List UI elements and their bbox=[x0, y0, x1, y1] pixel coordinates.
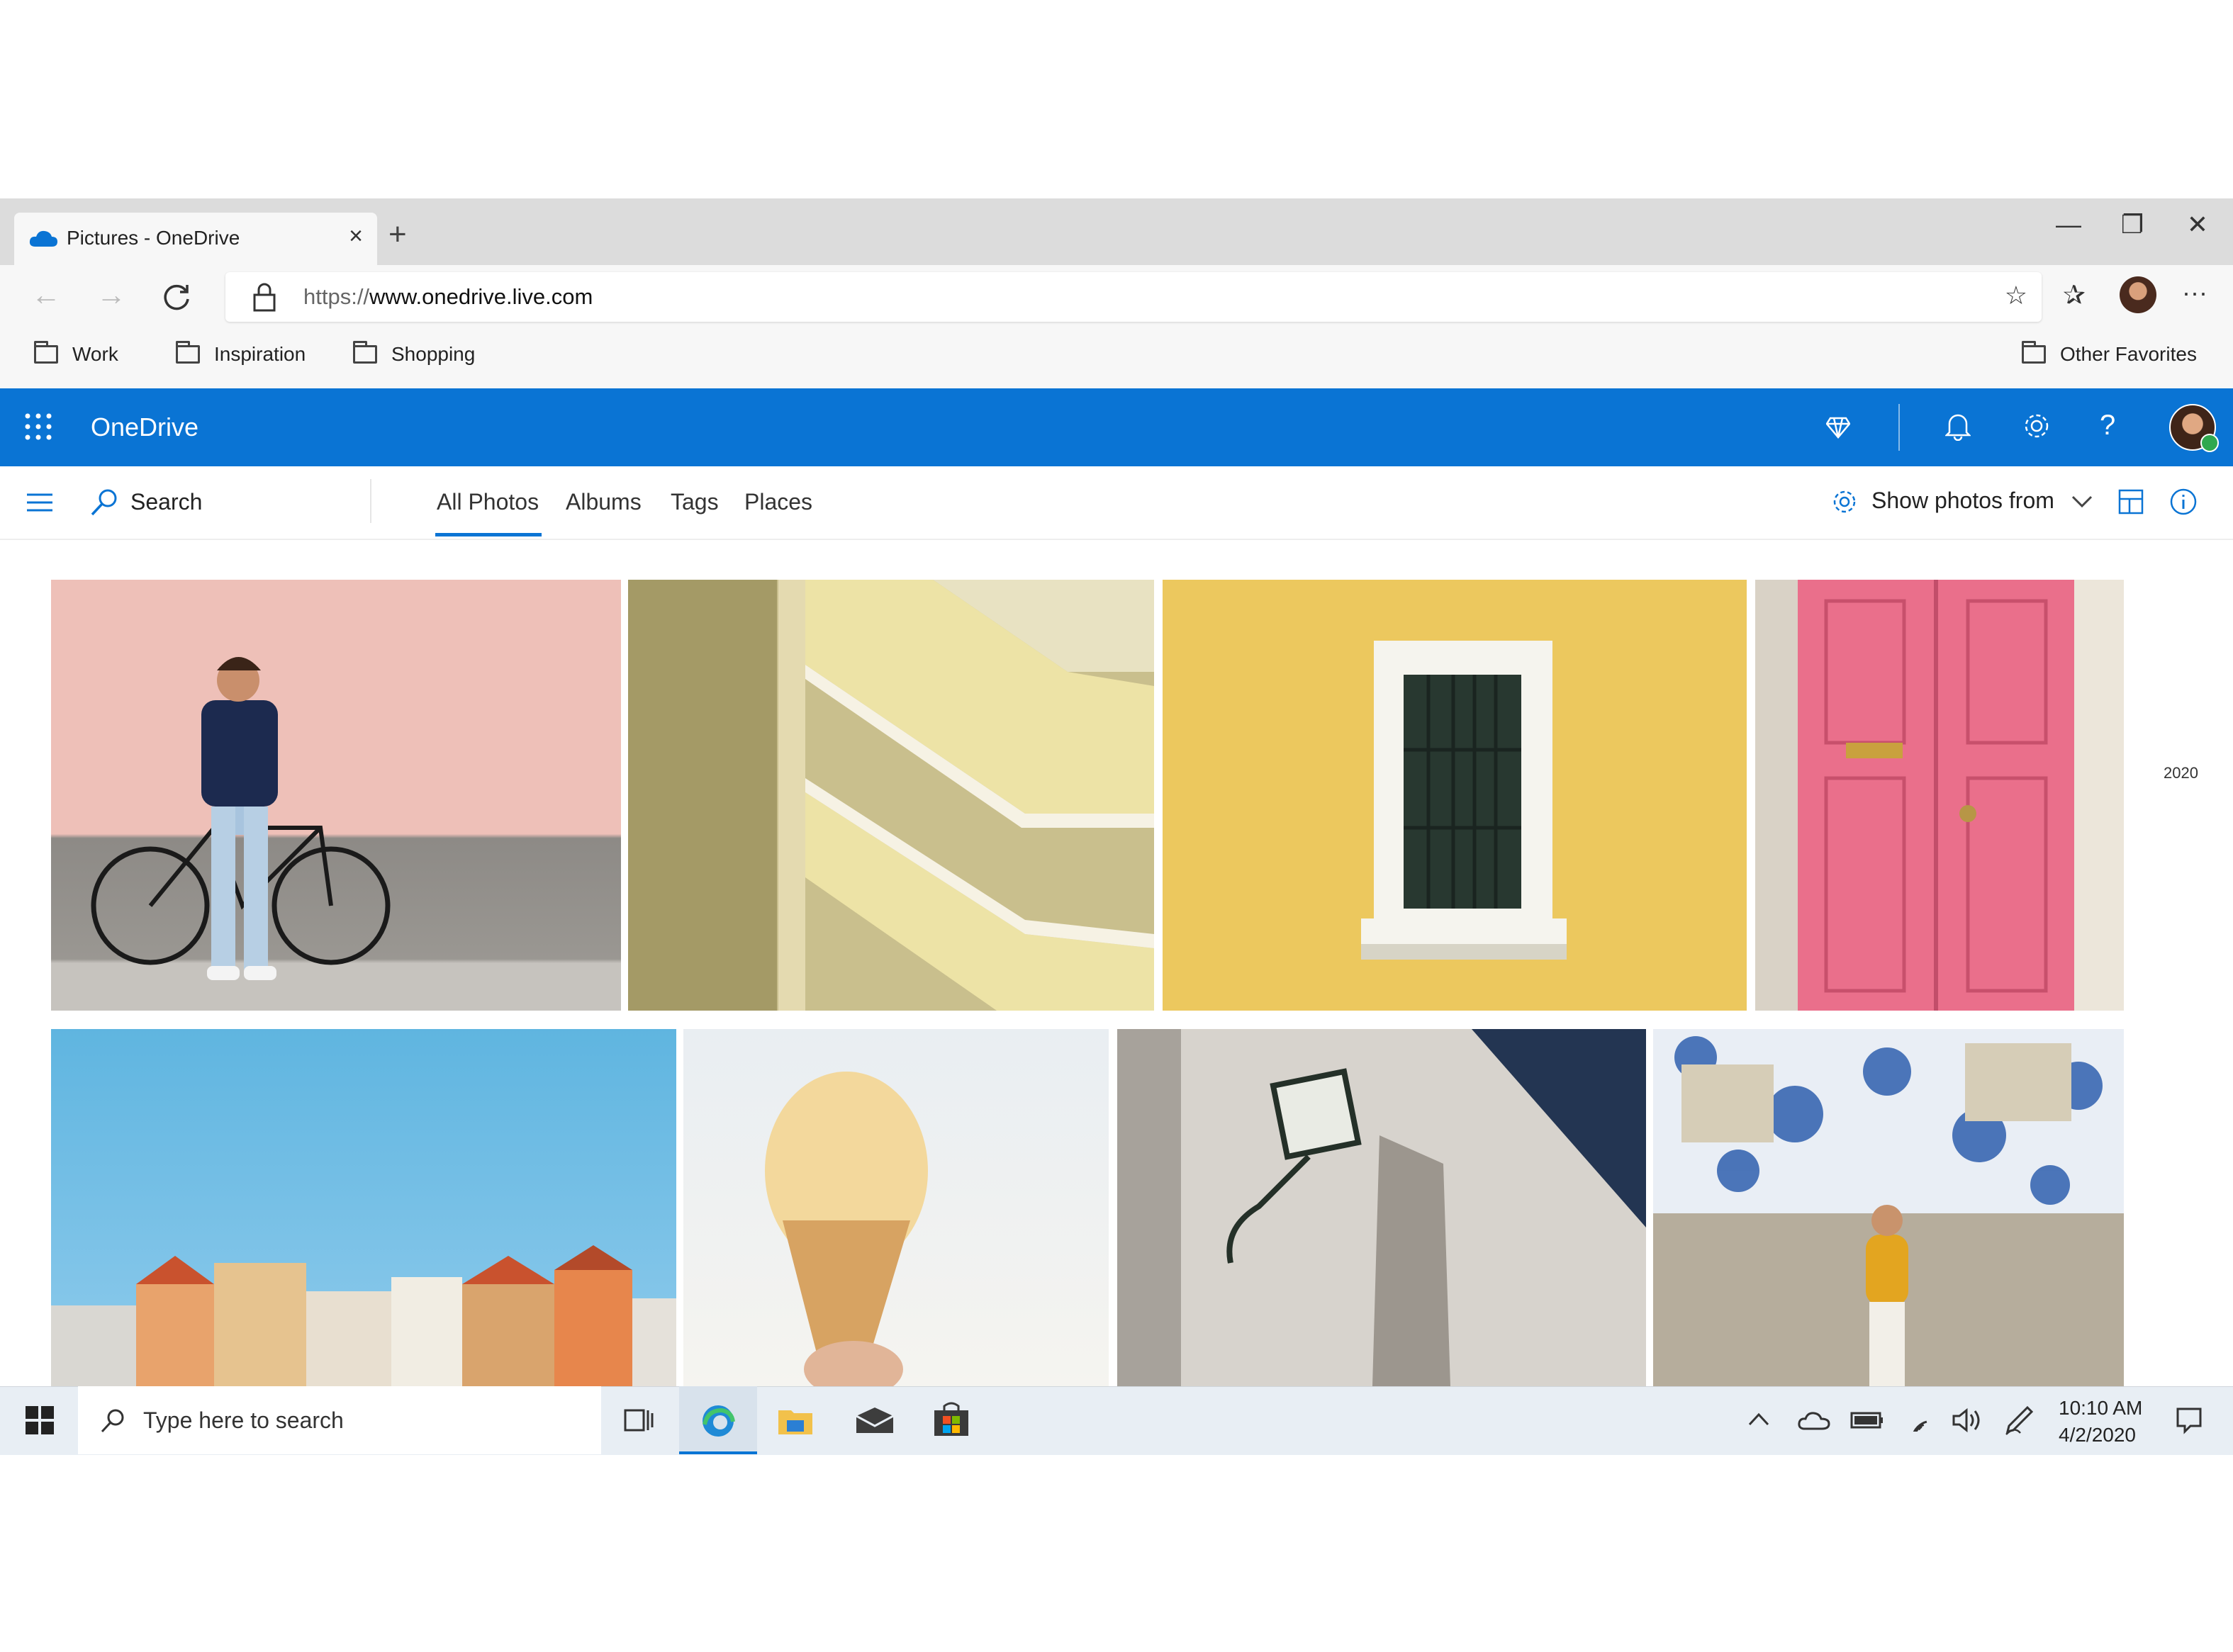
edge-taskbar-button[interactable] bbox=[679, 1386, 757, 1454]
tab-albums[interactable]: Albums bbox=[566, 489, 642, 515]
onedrive-header: OneDrive ? bbox=[0, 388, 2233, 466]
photo-colorful-houses[interactable] bbox=[51, 1029, 676, 1386]
tab-tags[interactable]: Tags bbox=[671, 489, 719, 515]
filter-gear-icon[interactable] bbox=[1830, 488, 1859, 516]
back-arrow-icon[interactable]: ← bbox=[31, 278, 61, 312]
tab-title: Pictures - OneDrive bbox=[67, 227, 240, 249]
other-favorites[interactable]: Other Favorites bbox=[2022, 341, 2197, 366]
browser-tab[interactable]: Pictures - OneDrive × bbox=[14, 213, 377, 265]
tab-all-photos[interactable]: All Photos bbox=[437, 489, 539, 515]
command-divider bbox=[370, 479, 371, 523]
show-photos-from-dropdown[interactable]: Show photos from bbox=[1871, 488, 2054, 514]
bicycle-illustration bbox=[91, 657, 391, 980]
add-favorite-icon[interactable]: ☆ bbox=[2005, 281, 2027, 310]
azulejo-illustration bbox=[1653, 1029, 2124, 1386]
onedrive-cloud-icon bbox=[29, 230, 57, 247]
windows-start-icon[interactable] bbox=[24, 1405, 55, 1436]
tab-places[interactable]: Places bbox=[744, 489, 812, 515]
favorite-label: Work bbox=[72, 343, 118, 365]
wifi-icon[interactable] bbox=[1907, 1407, 1932, 1432]
edge-browser-icon bbox=[703, 1405, 735, 1437]
folder-icon bbox=[34, 341, 58, 364]
taskbar-clock[interactable]: 10:10 AM 4/2/2020 bbox=[2059, 1395, 2142, 1449]
clock-date: 4/2/2020 bbox=[2059, 1424, 2136, 1446]
photo-pink-door[interactable] bbox=[1755, 580, 2124, 1011]
active-app-indicator bbox=[679, 1451, 757, 1454]
onedrive-brand[interactable]: OneDrive bbox=[91, 412, 198, 442]
restore-button[interactable]: ❐ bbox=[2111, 210, 2154, 240]
notifications-bell-icon[interactable] bbox=[1945, 411, 1971, 441]
battery-icon[interactable] bbox=[1850, 1412, 1884, 1429]
close-tab-button[interactable]: × bbox=[349, 223, 363, 250]
door-illustration bbox=[1755, 580, 2124, 1011]
folder-icon bbox=[2022, 341, 2046, 364]
window-close-button[interactable]: ✕ bbox=[2176, 210, 2219, 240]
window-illustration bbox=[1361, 641, 1567, 960]
premium-diamond-icon[interactable] bbox=[1826, 415, 1850, 439]
refresh-icon[interactable] bbox=[160, 281, 193, 313]
favorite-label: Other Favorites bbox=[2060, 343, 2197, 365]
layout-view-icon[interactable] bbox=[2118, 489, 2144, 515]
presence-badge bbox=[2200, 434, 2219, 452]
app-launcher-icon[interactable] bbox=[24, 412, 52, 441]
volume-icon[interactable] bbox=[1951, 1407, 1982, 1433]
help-icon[interactable]: ? bbox=[2100, 410, 2115, 442]
chevron-up-icon[interactable] bbox=[1748, 1412, 1769, 1427]
photo-azulejo-wall-woman[interactable] bbox=[1653, 1029, 2124, 1386]
houses-illustration bbox=[51, 1245, 676, 1386]
microsoft-store-icon[interactable] bbox=[933, 1402, 970, 1437]
url-text[interactable]: https://www.onedrive.live.com bbox=[303, 284, 593, 310]
folder-icon bbox=[353, 341, 377, 364]
taskbar-search-box[interactable]: Type here to search bbox=[78, 1386, 601, 1454]
forward-arrow-icon[interactable]: → bbox=[96, 278, 126, 312]
action-center-icon[interactable] bbox=[2175, 1406, 2203, 1434]
search-icon bbox=[101, 1409, 124, 1433]
photo-yellow-wall-window[interactable] bbox=[1163, 580, 1747, 1011]
photo-ice-cream-cone[interactable] bbox=[683, 1029, 1109, 1386]
header-divider bbox=[1898, 404, 1900, 451]
task-view-icon[interactable] bbox=[624, 1406, 655, 1434]
favorites-icon[interactable]: ✰ bbox=[2063, 279, 2086, 311]
lantern-illustration bbox=[1117, 1029, 1646, 1386]
mail-icon[interactable] bbox=[855, 1406, 895, 1434]
folder-icon bbox=[176, 341, 200, 364]
staircase-illustration bbox=[628, 580, 1154, 1011]
favorite-inspiration[interactable]: Inspiration bbox=[176, 341, 306, 366]
more-icon[interactable]: ··· bbox=[2182, 278, 2207, 308]
browser-profile-avatar[interactable] bbox=[2120, 276, 2156, 313]
favorite-label: Inspiration bbox=[214, 343, 306, 365]
new-tab-button[interactable]: + bbox=[388, 217, 407, 252]
file-explorer-icon[interactable] bbox=[777, 1405, 814, 1436]
taskbar-search-placeholder: Type here to search bbox=[143, 1407, 344, 1433]
photo-yellow-staircase[interactable] bbox=[628, 580, 1154, 1011]
favorite-shopping[interactable]: Shopping bbox=[353, 341, 476, 366]
lock-icon bbox=[253, 283, 276, 312]
clock-time: 10:10 AM bbox=[2059, 1397, 2143, 1419]
chevron-down-icon[interactable] bbox=[2071, 495, 2093, 509]
pen-workspace-icon[interactable] bbox=[2003, 1405, 2035, 1436]
search-icon[interactable] bbox=[89, 488, 119, 517]
photo-wall-lantern[interactable] bbox=[1117, 1029, 1646, 1386]
search-box-label[interactable]: Search bbox=[130, 489, 202, 515]
minimize-button[interactable]: — bbox=[2047, 210, 2090, 240]
onedrive-tray-icon[interactable] bbox=[1798, 1410, 1830, 1430]
active-tab-indicator bbox=[435, 533, 542, 536]
address-bar[interactable]: https://www.onedrive.live.com ☆ bbox=[225, 272, 2042, 322]
favorite-label: Shopping bbox=[391, 343, 476, 365]
photo-man-with-bicycle[interactable] bbox=[51, 580, 621, 1011]
hamburger-menu-icon[interactable] bbox=[26, 492, 54, 513]
timeline-year-label[interactable]: 2020 bbox=[2164, 764, 2198, 782]
favorite-work[interactable]: Work bbox=[34, 341, 118, 366]
settings-gear-icon[interactable] bbox=[2022, 411, 2052, 441]
ice-cream-illustration bbox=[765, 1072, 928, 1386]
info-icon[interactable] bbox=[2169, 488, 2198, 516]
favorites-bar bbox=[0, 330, 2233, 388]
